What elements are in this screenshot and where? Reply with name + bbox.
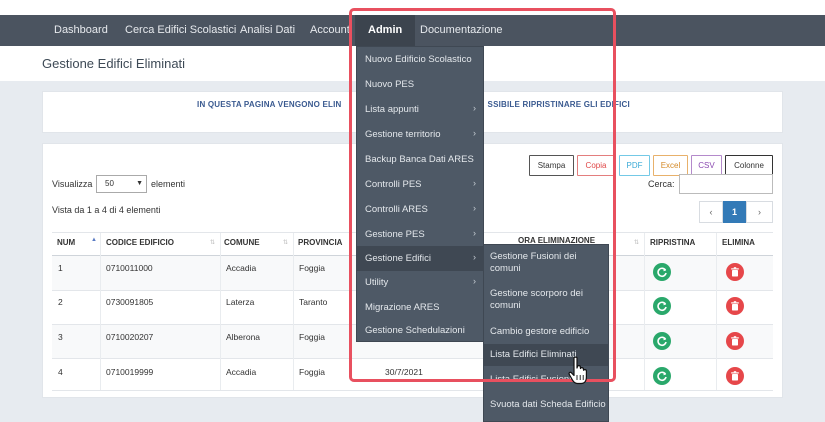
pdf-button[interactable]: PDF (619, 155, 650, 176)
sort-icon: ⇅ (634, 240, 640, 246)
menu-item-lista-appunti[interactable]: Lista appunti (357, 97, 483, 122)
sort-asc-icon: ▲ (91, 237, 97, 243)
search-label: Cerca: (648, 179, 675, 189)
pagination-next[interactable]: › (746, 201, 773, 223)
pagination-page-1[interactable]: 1 (723, 201, 746, 223)
menu-item-gestione-territorio[interactable]: Gestione territorio (357, 122, 483, 147)
restore-icon[interactable] (653, 332, 671, 350)
column-divider (293, 233, 294, 390)
page-length-label: Visualizza (52, 179, 93, 189)
page-title: Gestione Edifici Eliminati (42, 56, 186, 71)
menu-item-backup[interactable]: Backup Banca Dati ARES (357, 147, 483, 172)
chevron-right-icon: › (473, 276, 476, 286)
restore-icon[interactable] (653, 263, 671, 281)
table-info: Vista da 1 a 4 di 4 elementi (52, 205, 161, 215)
sort-icon: ⇅ (283, 240, 289, 246)
page-length-suffix: elementi (151, 179, 186, 189)
header-num[interactable]: NUM (57, 233, 75, 255)
sort-icon: ⇅ (210, 240, 216, 246)
submenu-item-scorporo[interactable]: Gestione scorporo dei comuni (484, 285, 608, 315)
cell-comune: Alberona (226, 332, 261, 342)
gestione-edifici-submenu: Gestione Fusioni dei comuni Gestione sco… (483, 244, 609, 422)
menu-item-gestione-edifici[interactable]: Gestione Edifici (357, 246, 483, 271)
chevron-down-icon: ▼ (136, 180, 143, 187)
cell-codice: 0710011000 (106, 263, 153, 273)
table-divider (52, 358, 773, 359)
cell-codice: 0730091805 (106, 297, 154, 307)
page-length-select[interactable]: 50 ▼ (96, 175, 147, 193)
nav-admin[interactable]: Admin (355, 15, 416, 46)
menu-item-utility[interactable]: Utility (357, 270, 483, 295)
cell-num: 4 (58, 367, 63, 377)
menu-item-nuovo-pes[interactable]: Nuovo PES (357, 72, 483, 97)
cell-num: 2 (58, 297, 63, 307)
header-codice[interactable]: CODICE EDIFICIO (106, 233, 174, 255)
header-comune[interactable]: COMUNE (224, 233, 260, 255)
chevron-right-icon: › (473, 252, 476, 262)
info-message-right: SSIBILE RIPRISTINARE GLI EDIFICI (487, 100, 630, 109)
menu-item-controlli-pes[interactable]: Controlli PES (357, 172, 483, 197)
cell-provincia: Foggia (299, 367, 325, 377)
admin-dropdown-menu: Nuovo Edificio Scolastico Nuovo PES List… (356, 46, 484, 342)
cell-provincia: Taranto (299, 297, 328, 307)
nav-account[interactable]: Account (310, 15, 350, 46)
header-elimina: ELIMINA (722, 238, 755, 247)
nav-documentazione[interactable]: Documentazione (420, 15, 503, 46)
submenu-item-fusioni[interactable]: Gestione Fusioni dei comuni (484, 248, 608, 278)
trash-icon[interactable] (726, 367, 744, 385)
chevron-right-icon: › (473, 228, 476, 238)
columns-button[interactable]: Colonne (725, 155, 773, 176)
menu-item-nuovo-edificio[interactable]: Nuovo Edificio Scolastico (357, 47, 483, 72)
cell-comune: Laterza (226, 297, 255, 307)
cell-num: 1 (58, 263, 63, 273)
cell-comune: Accadia (226, 263, 257, 273)
column-divider (716, 233, 717, 390)
header-provincia[interactable]: PROVINCIA (298, 233, 342, 255)
nav-dashboard[interactable]: Dashboard (54, 15, 108, 46)
chevron-right-icon: › (473, 203, 476, 213)
cell-provincia: Foggia (299, 263, 325, 273)
header-ripristina: RIPRISTINA (650, 238, 696, 247)
print-button[interactable]: Stampa (529, 155, 574, 176)
cell-num: 3 (58, 332, 63, 342)
chevron-right-icon: › (473, 103, 476, 113)
page-length-value: 50 (105, 179, 114, 188)
menu-item-gestione-pes[interactable]: Gestione PES (357, 222, 483, 247)
column-divider (100, 233, 101, 390)
hand-pointer-icon (568, 356, 590, 391)
chevron-right-icon: › (473, 178, 476, 188)
submenu-item-cambio-gestore[interactable]: Cambio gestore edificio (484, 321, 608, 343)
menu-item-gestione-schedulazioni[interactable]: Gestione Schedulazioni (357, 319, 483, 343)
table-divider (52, 390, 773, 391)
cell-data-eliminazione: 30/7/2021 (385, 367, 423, 377)
search-input[interactable] (679, 174, 773, 194)
pagination-prev[interactable]: ‹ (699, 201, 723, 223)
restore-icon[interactable] (653, 297, 671, 315)
excel-button[interactable]: Excel (653, 155, 688, 176)
cell-codice: 0710019999 (106, 367, 154, 377)
cell-comune: Accadia (226, 367, 257, 377)
chevron-right-icon: › (473, 128, 476, 138)
cell-codice: 0710020207 (106, 332, 154, 342)
restore-icon[interactable] (653, 367, 671, 385)
column-divider (220, 233, 221, 390)
csv-button[interactable]: CSV (691, 155, 722, 176)
main-navbar: Dashboard Cerca Edifici Scolastici Anali… (0, 15, 825, 46)
cell-provincia: Foggia (299, 332, 325, 342)
menu-item-migrazione-ares[interactable]: Migrazione ARES (357, 295, 483, 320)
copy-button[interactable]: Copia (577, 155, 615, 176)
trash-icon[interactable] (726, 332, 744, 350)
nav-analisi-dati[interactable]: Analisi Dati (240, 15, 295, 46)
trash-icon[interactable] (726, 263, 744, 281)
nav-cerca-edifici[interactable]: Cerca Edifici Scolastici (125, 15, 236, 46)
menu-item-controlli-ares[interactable]: Controlli ARES (357, 197, 483, 222)
submenu-item-svuota-dati[interactable]: Svuota dati Scheda Edificio (484, 394, 608, 416)
top-strip (0, 0, 825, 15)
trash-icon[interactable] (726, 297, 744, 315)
column-divider (644, 233, 645, 390)
info-message-left: IN QUESTA PAGINA VENGONO ELIN (197, 100, 342, 109)
